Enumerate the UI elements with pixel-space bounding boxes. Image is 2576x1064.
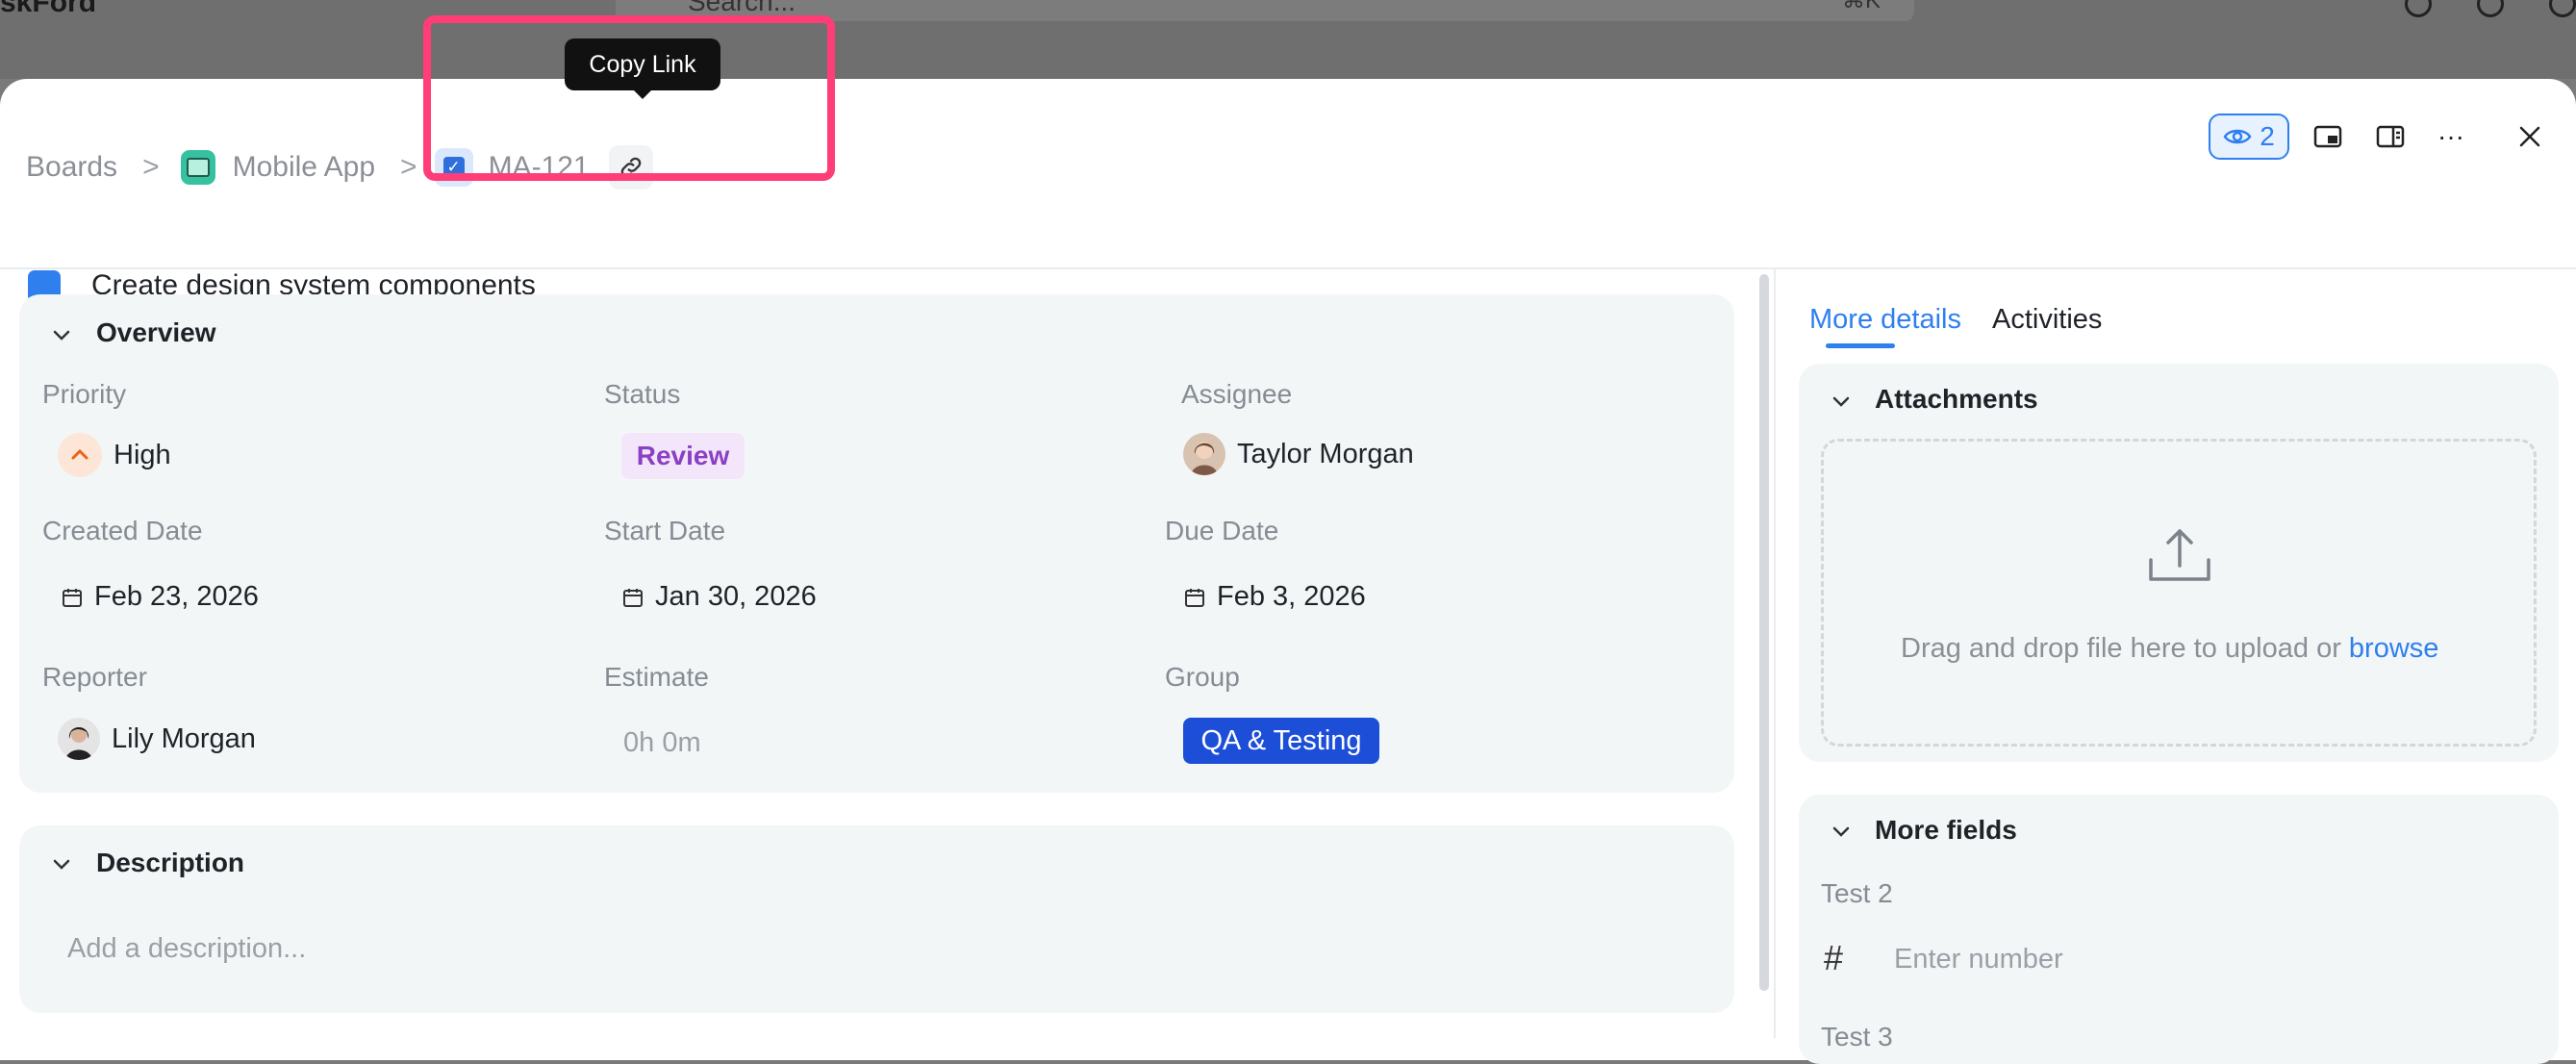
test3-label: Test 3 [1821,1022,1893,1051]
priority-high-icon [58,433,102,477]
eye-icon [2223,129,2252,144]
created-date-field[interactable]: Feb 23, 2026 [62,581,259,613]
group-label: Group [1165,662,1240,692]
created-date-label: Created Date [42,516,203,545]
tab-more-details[interactable]: More details [1809,304,1961,336]
estimate-label: Estimate [604,662,709,692]
attachments-title[interactable]: Attachments [1875,384,2038,415]
assignee-field[interactable]: Taylor Morgan [1183,433,1414,475]
chevron-down-icon[interactable] [1830,820,1853,843]
estimate-field[interactable]: 0h 0m [623,727,701,759]
chevron-down-icon[interactable] [1830,390,1853,413]
search-shortcut: ⌘K [1842,0,1881,13]
mobile-app-icon [180,150,215,185]
status-label: Status [604,379,681,409]
due-date-label: Due Date [1165,516,1279,545]
picture-in-picture-icon [2313,125,2342,148]
test2-label: Test 2 [1821,878,1893,908]
description-input[interactable]: Add a description... [67,933,306,965]
close-button[interactable] [2511,117,2549,156]
breadcrumb-project[interactable]: Mobile App [233,151,375,184]
header-divider [0,267,2576,269]
hash-icon: # [1824,938,1844,977]
assignee-value: Taylor Morgan [1237,438,1414,469]
tab-activities[interactable]: Activities [1992,304,2102,336]
group-badge[interactable]: QA & Testing [1183,718,1379,764]
due-date-field[interactable]: Feb 3, 2026 [1184,581,1366,613]
tooltip-arrow [633,89,652,99]
ellipsis-icon: ··· [2437,121,2464,151]
side-panel-button[interactable] [2371,117,2410,156]
breadcrumb-separator: > [142,151,160,183]
drop-instructions: Drag and drop file here to upload or bro… [1901,633,2438,665]
priority-label: Priority [42,379,127,409]
more-options-button[interactable]: ··· [2432,117,2470,156]
priority-value: High [114,439,171,470]
description-card [19,825,1734,1013]
side-panel-icon [2376,125,2405,148]
priority-field[interactable]: High [58,433,171,477]
overview-title[interactable]: Overview [96,317,216,348]
upload-icon [2149,529,2210,581]
breadcrumb-boards[interactable]: Boards [26,151,117,184]
reporter-label: Reporter [42,662,147,692]
copy-link-tooltip: Copy Link [565,38,720,90]
reporter-value: Lily Morgan [112,722,256,754]
more-fields-title[interactable]: More fields [1875,815,2017,846]
estimate-value: 0h 0m [623,727,701,758]
created-date-value: Feb 23, 2026 [94,581,259,612]
chevron-down-icon[interactable] [50,852,73,875]
avatar [58,718,100,760]
number-input[interactable]: Enter number [1894,944,2063,975]
start-date-label: Start Date [604,516,726,545]
active-tab-underline [1826,343,1895,348]
calendar-icon [623,588,643,607]
avatar [1183,433,1225,475]
watchers-count: 2 [2260,121,2275,151]
calendar-icon [1185,588,1204,607]
browse-link[interactable]: browse [2349,633,2439,664]
reporter-field[interactable]: Lily Morgan [58,718,256,760]
picture-in-picture-button[interactable] [2309,117,2347,156]
start-date-field[interactable]: Jan 30, 2026 [622,581,817,613]
description-title[interactable]: Description [96,848,244,878]
drop-text: Drag and drop file here to upload or [1901,633,2341,664]
chevron-down-icon[interactable] [50,323,73,346]
breadcrumb-separator: > [400,151,417,183]
scrollbar[interactable] [1759,274,1769,991]
workspace-name: skFord [0,0,97,18]
status-badge[interactable]: Review [621,433,745,479]
overview-card [19,294,1734,793]
file-drop-zone[interactable] [1821,439,2537,747]
watchers-button[interactable]: 2 [2209,114,2289,160]
calendar-icon [63,588,82,607]
vertical-divider [1774,269,1776,1038]
due-date-value: Feb 3, 2026 [1217,581,1366,612]
assignee-label: Assignee [1181,379,1293,409]
start-date-value: Jan 30, 2026 [655,581,817,612]
close-icon [2519,126,2540,147]
